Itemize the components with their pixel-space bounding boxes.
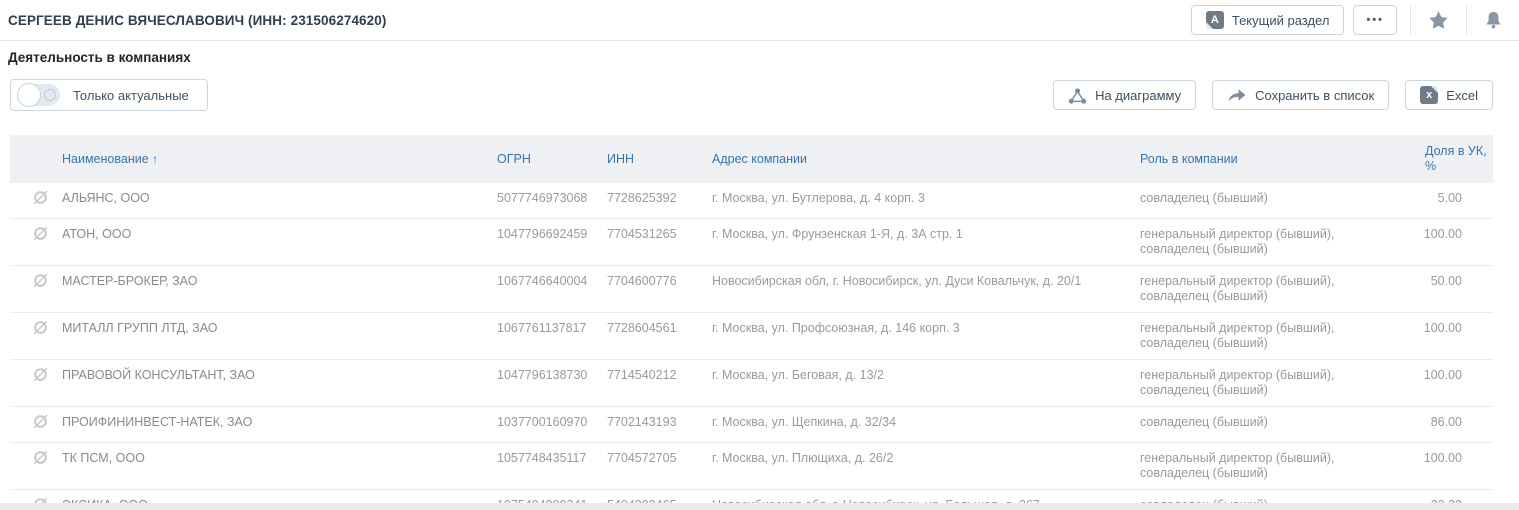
liquidated-company-icon [32, 189, 49, 206]
companies-table: Наименование ↑ ОГРН ИНН Адрес компании Р… [10, 135, 1493, 510]
company-address: г. Москва, ул. Бутлерова, д. 4 корп. 3 [712, 183, 1140, 219]
excel-export-button[interactable]: x Excel [1405, 80, 1493, 110]
table-row[interactable]: ТК ПСМ, ООО 1057748435117 7704572705 г. … [10, 443, 1493, 490]
header-icon-spacer [10, 135, 62, 183]
table-row[interactable]: МИТАЛЛ ГРУПП ЛТД, ЗАО 1067761137817 7728… [10, 313, 1493, 360]
to-diagram-button[interactable]: На диаграмму [1053, 80, 1196, 110]
save-to-list-label: Сохранить в список [1255, 88, 1374, 103]
liquidated-company-icon [32, 272, 49, 289]
company-role: генеральный директор (бывший), совладеле… [1140, 219, 1407, 266]
company-name[interactable]: МАСТЕР-БРОКЕР, ЗАО [62, 266, 497, 313]
company-name[interactable]: АТОН, ООО [62, 219, 497, 266]
favorite-star-button[interactable] [1424, 10, 1453, 31]
company-name[interactable]: ТК ПСМ, ООО [62, 443, 497, 490]
company-ogrn: 1047796692459 [497, 219, 597, 266]
company-address: Новосибирская обл, г. Новосибирск, ул. Д… [712, 266, 1140, 313]
divider [1410, 7, 1411, 33]
company-ogrn: 1067761137817 [497, 313, 597, 360]
company-address: г. Москва, ул. Профсоюзная, д. 146 корп.… [712, 313, 1140, 360]
company-ogrn: 1037700160970 [497, 407, 597, 443]
company-share: 50.00 [1407, 266, 1493, 313]
topbar-actions: A Текущий раздел ••• [1191, 5, 1507, 35]
company-role: генеральный директор (бывший), совладеле… [1140, 360, 1407, 407]
company-role: генеральный директор (бывший), совладеле… [1140, 443, 1407, 490]
company-ogrn: 5077746973068 [497, 183, 597, 219]
sort-ascending-icon[interactable]: ↑ [152, 152, 158, 166]
header-address[interactable]: Адрес компании [712, 135, 1140, 183]
section-title: Деятельность в компаниях [0, 41, 1519, 65]
company-name[interactable]: АЛЬЯНС, ООО [62, 183, 497, 219]
star-icon [1428, 10, 1449, 31]
company-role: совладелец (бывший) [1140, 407, 1407, 443]
liquidated-company-icon [32, 449, 49, 466]
company-inn: 7728604561 [597, 313, 712, 360]
to-diagram-label: На диаграмму [1095, 88, 1181, 103]
table-row[interactable]: ПРОИФИНИНВЕСТ-НАТЕК, ЗАО 1037700160970 7… [10, 407, 1493, 443]
company-address: г. Москва, ул. Фрунзенская 1-Я, д. 3А ст… [712, 219, 1140, 266]
company-inn: 7704600776 [597, 266, 712, 313]
topbar: СЕРГЕЕВ ДЕНИС ВЯЧЕСЛАВОВИЧ (ИНН: 2315062… [0, 0, 1519, 41]
company-inn: 7704531265 [597, 219, 712, 266]
more-actions-button[interactable]: ••• [1353, 5, 1397, 35]
bell-icon [1484, 10, 1503, 30]
table-actions: На диаграмму Сохранить в список x Excel [1053, 80, 1493, 110]
company-share: 86.00 [1407, 407, 1493, 443]
liquidated-company-icon [32, 319, 49, 336]
notifications-bell-button[interactable] [1480, 10, 1507, 30]
company-ogrn: 1057748435117 [497, 443, 597, 490]
table-header-row: Наименование ↑ ОГРН ИНН Адрес компании Р… [10, 135, 1493, 183]
liquidated-company-icon [32, 413, 49, 430]
header-role[interactable]: Роль в компании [1140, 135, 1407, 183]
person-title: СЕРГЕЕВ ДЕНИС ВЯЧЕСЛАВОВИЧ (ИНН: 2315062… [8, 13, 386, 28]
table-row[interactable]: МАСТЕР-БРОКЕР, ЗАО 1067746640004 7704600… [10, 266, 1493, 313]
company-share: 100.00 [1407, 313, 1493, 360]
company-share: 100.00 [1407, 443, 1493, 490]
toggle-label: Только актуальные [73, 88, 189, 103]
page-footer-strip [0, 503, 1519, 510]
company-role: генеральный директор (бывший), совладеле… [1140, 313, 1407, 360]
company-address: г. Москва, ул. Щепкина, д. 32/34 [712, 407, 1140, 443]
excel-label: Excel [1446, 88, 1478, 103]
company-share: 100.00 [1407, 219, 1493, 266]
company-inn: 7704572705 [597, 443, 712, 490]
company-address: г. Москва, ул. Беговая, д. 13/2 [712, 360, 1140, 407]
header-name[interactable]: Наименование ↑ [62, 135, 497, 183]
company-address: г. Москва, ул. Плющиха, д. 26/2 [712, 443, 1140, 490]
diagram-icon [1068, 87, 1087, 104]
header-share[interactable]: Доля в УК, % [1407, 135, 1493, 183]
company-role: генеральный директор (бывший), совладеле… [1140, 266, 1407, 313]
company-inn: 7714540212 [597, 360, 712, 407]
current-section-button[interactable]: A Текущий раздел [1191, 5, 1345, 35]
excel-icon: x [1420, 86, 1438, 104]
liquidated-company-icon [32, 366, 49, 383]
company-name[interactable]: МИТАЛЛ ГРУПП ЛТД, ЗАО [62, 313, 497, 360]
divider [1466, 7, 1467, 33]
only-actual-toggle[interactable]: Только актуальные [10, 79, 208, 111]
company-share: 5.00 [1407, 183, 1493, 219]
table-row[interactable]: ПРАВОВОЙ КОНСУЛЬТАНТ, ЗАО 1047796138730 … [10, 360, 1493, 407]
header-ogrn[interactable]: ОГРН [497, 135, 597, 183]
liquidated-company-icon [32, 225, 49, 242]
company-share: 100.00 [1407, 360, 1493, 407]
company-name[interactable]: ПРОИФИНИНВЕСТ-НАТЕК, ЗАО [62, 407, 497, 443]
controls-row: Только актуальные На диаграмму Сохранить… [0, 65, 1519, 111]
table-row[interactable]: АТОН, ООО 1047796692459 7704531265 г. Мо… [10, 219, 1493, 266]
share-arrow-icon [1227, 87, 1247, 104]
save-to-list-button[interactable]: Сохранить в список [1212, 80, 1389, 110]
company-inn: 7728625392 [597, 183, 712, 219]
company-name[interactable]: ПРАВОВОЙ КОНСУЛЬТАНТ, ЗАО [62, 360, 497, 407]
company-role: совладелец (бывший) [1140, 183, 1407, 219]
current-section-label: Текущий раздел [1232, 13, 1330, 28]
company-ogrn: 1047796138730 [497, 360, 597, 407]
header-inn[interactable]: ИНН [597, 135, 712, 183]
table-row[interactable]: АЛЬЯНС, ООО 5077746973068 7728625392 г. … [10, 183, 1493, 219]
toggle-switch-icon[interactable] [18, 84, 60, 106]
company-ogrn: 1067746640004 [497, 266, 597, 313]
pdf-export-icon: A [1206, 11, 1224, 29]
company-inn: 7702143193 [597, 407, 712, 443]
